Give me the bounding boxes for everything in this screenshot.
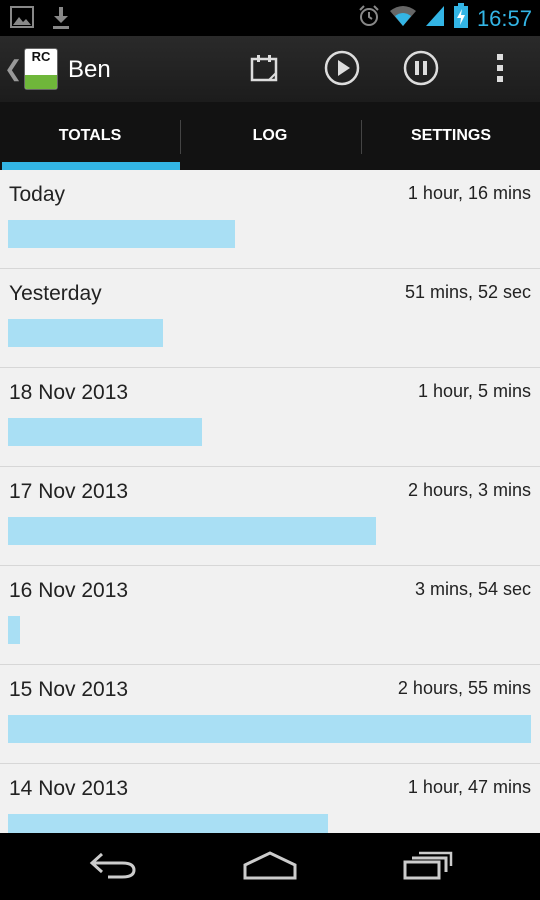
app-logo[interactable]: RC [24,48,58,90]
duration-bar [8,418,202,446]
up-navigation-icon[interactable]: ❮ [4,56,22,82]
action-bar: ❮ RC Ben [0,36,540,102]
pause-button[interactable] [399,48,443,92]
date-label: 14 Nov 2013 [9,777,129,800]
list-item[interactable]: 17 Nov 2013 2 hours, 3 mins [0,467,540,566]
duration-label: 1 hour, 5 mins [417,381,531,401]
list-item[interactable]: 15 Nov 2013 2 hours, 55 mins [0,665,540,764]
signal-icon [425,5,445,32]
home-icon [242,850,298,885]
status-bar: 16:57 [0,0,540,36]
duration-bar [8,616,20,644]
date-label: 17 Nov 2013 [9,480,129,503]
tab-label: LOG [252,127,288,144]
date-label: 18 Nov 2013 [9,381,129,404]
list-item[interactable]: Today 1 hour, 16 mins [0,170,540,269]
tab-bar: TOTALS LOG SETTINGS [0,102,540,170]
back-icon [88,850,138,885]
image-icon [10,6,34,35]
duration-label: 2 hours, 55 mins [397,678,531,698]
duration-label: 51 mins, 52 sec [404,282,531,302]
list-item[interactable]: 18 Nov 2013 1 hour, 5 mins [0,368,540,467]
back-button[interactable] [78,847,148,887]
date-label: 16 Nov 2013 [9,579,129,602]
tab-label: TOTALS [58,127,122,144]
calendar-icon [249,53,279,88]
duration-label: 2 hours, 3 mins [407,480,531,500]
duration-label: 3 mins, 54 sec [414,579,531,599]
date-label: Today [9,183,66,206]
duration-bar [8,220,235,248]
list-item[interactable]: 14 Nov 2013 1 hour, 47 mins [0,764,540,833]
alarm-icon [357,4,381,33]
pause-icon [402,49,440,92]
duration-bar [8,319,163,347]
duration-label: 1 hour, 47 mins [407,777,531,797]
duration-bar [8,715,531,743]
duration-label: 1 hour, 16 mins [407,183,531,203]
tab-log[interactable]: LOG [180,102,360,170]
play-button[interactable] [320,48,364,92]
wifi-icon [389,5,417,32]
play-icon [323,49,361,92]
list-item[interactable]: 16 Nov 2013 3 mins, 54 sec [0,566,540,665]
page-title: Ben [68,56,111,83]
tab-totals[interactable]: TOTALS [0,102,180,170]
download-icon [50,6,72,35]
date-label: Yesterday [9,282,102,305]
battery-charging-icon [453,3,469,34]
recent-apps-button[interactable] [393,847,463,887]
navigation-bar [0,833,540,900]
duration-bar [8,517,376,545]
overflow-menu-icon [495,52,505,89]
tab-settings[interactable]: SETTINGS [361,102,540,170]
list-item[interactable]: Yesterday 51 mins, 52 sec [0,269,540,368]
totals-list[interactable]: Today 1 hour, 16 mins Yesterday 51 mins,… [0,170,540,833]
tab-label: SETTINGS [410,127,491,144]
clock: 16:57 [476,5,532,31]
home-button[interactable] [235,847,305,887]
recent-apps-icon [403,850,453,885]
overflow-menu-button[interactable] [478,48,522,92]
calendar-button[interactable] [242,48,286,92]
selected-tab-indicator [2,162,180,170]
duration-bar [8,814,328,833]
date-label: 15 Nov 2013 [9,678,129,701]
